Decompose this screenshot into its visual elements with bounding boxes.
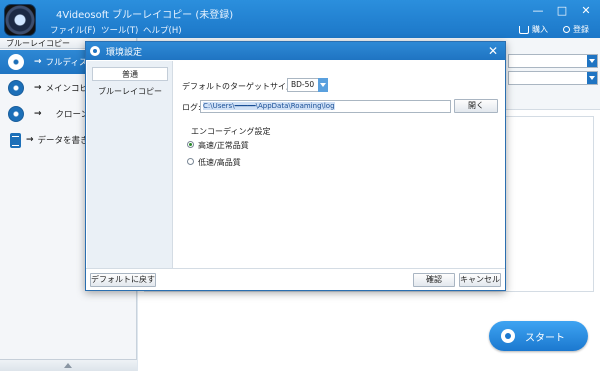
cancel-button[interactable]: キャンセル — [459, 273, 501, 287]
maximize-icon[interactable]: □ — [554, 4, 570, 17]
option-fast-normal-label: 高速/正常品質 — [198, 141, 249, 150]
disc-icon — [8, 54, 24, 70]
log-label: ログ: — [182, 103, 201, 112]
register-button[interactable]: 登録 — [563, 24, 589, 35]
dialog-content: デフォルトのターゲットサイズ: BD-50 ログ: C:\Users\━━━━━… — [174, 61, 505, 268]
register-label: 登録 — [573, 25, 589, 34]
arrow-right-icon: → — [34, 57, 42, 67]
target-size-select[interactable]: BD-50 — [287, 78, 328, 92]
chevron-down-icon — [587, 55, 597, 67]
window-controls: — □ ✕ — [530, 4, 594, 17]
target-size-value: BD-50 — [291, 80, 315, 89]
open-button[interactable]: 開く — [454, 99, 498, 113]
dialog-tab-list: 普通 ブルーレイコピー — [87, 61, 173, 268]
radio-slow-high[interactable] — [187, 158, 194, 165]
tab-general[interactable]: 普通 — [92, 67, 168, 81]
sidebar-footer — [0, 359, 137, 371]
tab-bluray-copy[interactable]: ブルーレイコピー — [92, 85, 168, 99]
start-label: スタート — [525, 332, 565, 344]
buy-label: 購入 — [532, 25, 548, 34]
menu-help[interactable]: ヘルプ(H) — [143, 24, 182, 36]
log-path-value: C:\Users\━━━━━\AppData\Roaming\log — [203, 102, 335, 110]
reset-defaults-button[interactable]: デフォルトに戻す — [90, 273, 156, 287]
chevron-down-icon — [318, 78, 328, 92]
app-title: 4Videosoft ブルーレイコピー (未登録) — [56, 10, 234, 21]
radio-fast-normal[interactable] — [187, 141, 194, 148]
key-icon — [563, 26, 570, 33]
encoding-settings-label: エンコーディング設定 — [191, 127, 271, 136]
start-button[interactable]: スタート — [489, 321, 588, 351]
arrow-right-icon: → — [34, 109, 42, 119]
dialog-title: 環境設定 — [106, 47, 143, 58]
document-icon — [10, 132, 21, 148]
target-select-main[interactable] — [508, 71, 598, 85]
disc-icon — [8, 106, 24, 122]
chevron-down-icon — [587, 72, 597, 84]
log-path-field[interactable]: C:\Users\━━━━━\AppData\Roaming\log — [200, 100, 451, 113]
close-icon[interactable]: ✕ — [578, 4, 594, 17]
minimize-icon[interactable]: — — [530, 4, 546, 17]
option-slow-high-label: 低速/高品質 — [198, 158, 241, 167]
buy-button[interactable]: 購入 — [519, 24, 548, 35]
source-select[interactable] — [508, 54, 598, 68]
target-size-label: デフォルトのターゲットサイズ: — [182, 82, 297, 91]
menu-file[interactable]: ファイル(F) — [50, 24, 96, 36]
menu-tools[interactable]: ツール(T) — [101, 24, 138, 36]
dialog-titlebar: 環境設定 ✕ — [86, 42, 505, 60]
collapse-up-icon[interactable] — [64, 363, 72, 368]
arrow-right-icon: → — [34, 83, 42, 93]
app-icon — [90, 46, 100, 56]
dialog-footer: デフォルトに戻す 確認 キャンセル — [86, 268, 505, 290]
arrow-right-icon: → — [26, 135, 34, 145]
cart-icon — [519, 25, 529, 34]
close-icon[interactable]: ✕ — [488, 44, 498, 58]
disc-icon — [501, 329, 515, 343]
preferences-dialog: 環境設定 ✕ 普通 ブルーレイコピー デフォルトのターゲットサイズ: BD-50… — [85, 41, 506, 291]
menu-bar: ファイル(F) ツール(T) ヘルプ(H) 購入 登録 — [0, 20, 600, 38]
disc-icon — [8, 80, 24, 96]
ok-button[interactable]: 確認 — [413, 273, 455, 287]
